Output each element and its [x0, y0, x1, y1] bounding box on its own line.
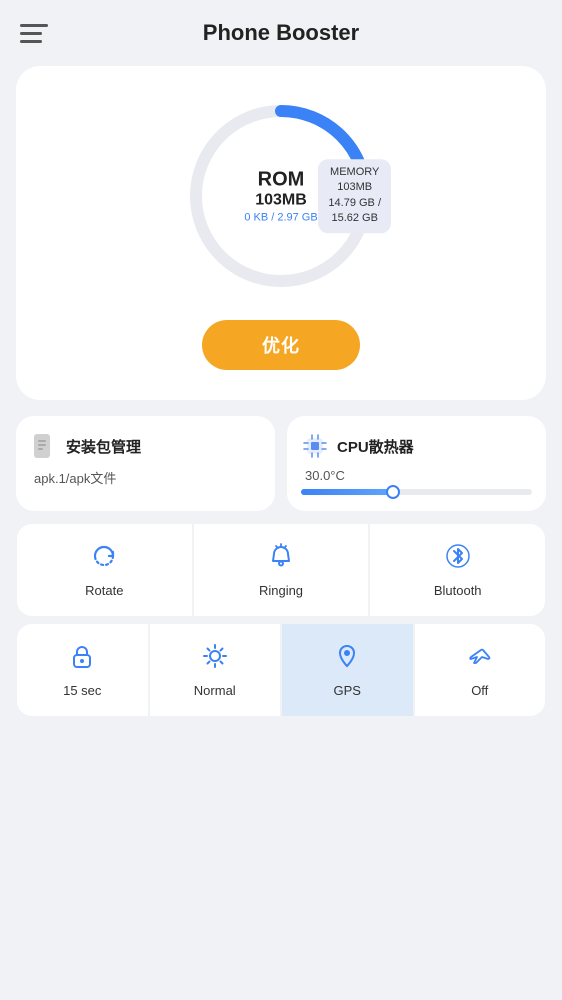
cpu-cooler-title: CPU散热器: [337, 436, 414, 457]
package-manager-card[interactable]: 安装包管理 apk.1/apk文件: [16, 416, 275, 511]
toggles-section: Rotate Ringing Bl: [16, 523, 546, 717]
toggle-off[interactable]: Off: [414, 623, 547, 717]
toggles-row-1: Rotate Ringing Bl: [16, 523, 546, 617]
package-manager-title: 安装包管理: [66, 436, 141, 457]
toggle-gps[interactable]: GPS: [281, 623, 414, 717]
cpu-icon: [301, 432, 329, 460]
rom-tooltip: MEMORY 103MB 14.79 GB / 15.62 GB: [318, 159, 391, 233]
rom-progress-circle: ROM 103MB 0 KB / 2.97 GB MEMORY 103MB 14…: [181, 96, 381, 296]
toggle-15sec[interactable]: 15 sec: [16, 623, 149, 717]
rom-value: 103MB: [244, 192, 317, 210]
rotate-icon: [90, 542, 118, 577]
ringing-icon: [267, 542, 295, 577]
info-cards-row: 安装包管理 apk.1/apk文件 CPU散热器: [16, 416, 546, 511]
cpu-temperature: 30.0°C: [305, 468, 532, 483]
rom-card: ROM 103MB 0 KB / 2.97 GB MEMORY 103MB 14…: [16, 66, 546, 400]
lock-icon: [68, 642, 96, 677]
rom-label: ROM: [244, 169, 317, 192]
optimize-button[interactable]: 优化: [202, 320, 360, 370]
rom-detail: 0 KB / 2.97 GB: [244, 212, 317, 224]
toggle-blutooth[interactable]: Blutooth: [369, 523, 546, 617]
rom-center-info: ROM 103MB 0 KB / 2.97 GB: [244, 169, 317, 224]
menu-button[interactable]: [20, 24, 48, 43]
blutooth-label: Blutooth: [434, 583, 482, 598]
blutooth-icon: [444, 542, 472, 577]
page-title: Phone Booster: [203, 20, 359, 46]
normal-label: Normal: [194, 683, 236, 698]
cpu-temp-bar-fill: [301, 489, 393, 495]
rotate-label: Rotate: [85, 583, 123, 598]
toggle-normal[interactable]: Normal: [149, 623, 282, 717]
app-header: Phone Booster: [0, 0, 562, 56]
sun-icon: [201, 642, 229, 677]
cpu-temp-bar-dot: [386, 485, 400, 499]
file-icon: [30, 432, 58, 460]
off-label: Off: [471, 683, 488, 698]
cpu-temp-bar: [301, 489, 532, 495]
cpu-cooler-card[interactable]: CPU散热器 30.0°C: [287, 416, 546, 511]
ringing-label: Ringing: [259, 583, 303, 598]
package-manager-subtitle: apk.1/apk文件: [34, 468, 261, 487]
airplane-icon: [466, 642, 494, 677]
gps-label: GPS: [334, 683, 361, 698]
toggles-row-2: 15 sec Normal: [16, 623, 546, 717]
toggle-rotate[interactable]: Rotate: [16, 523, 193, 617]
15sec-label: 15 sec: [63, 683, 101, 698]
cpu-cooler-header: CPU散热器: [301, 432, 532, 460]
toggle-ringing[interactable]: Ringing: [193, 523, 370, 617]
gps-icon: [333, 642, 361, 677]
package-manager-header: 安装包管理: [30, 432, 261, 460]
